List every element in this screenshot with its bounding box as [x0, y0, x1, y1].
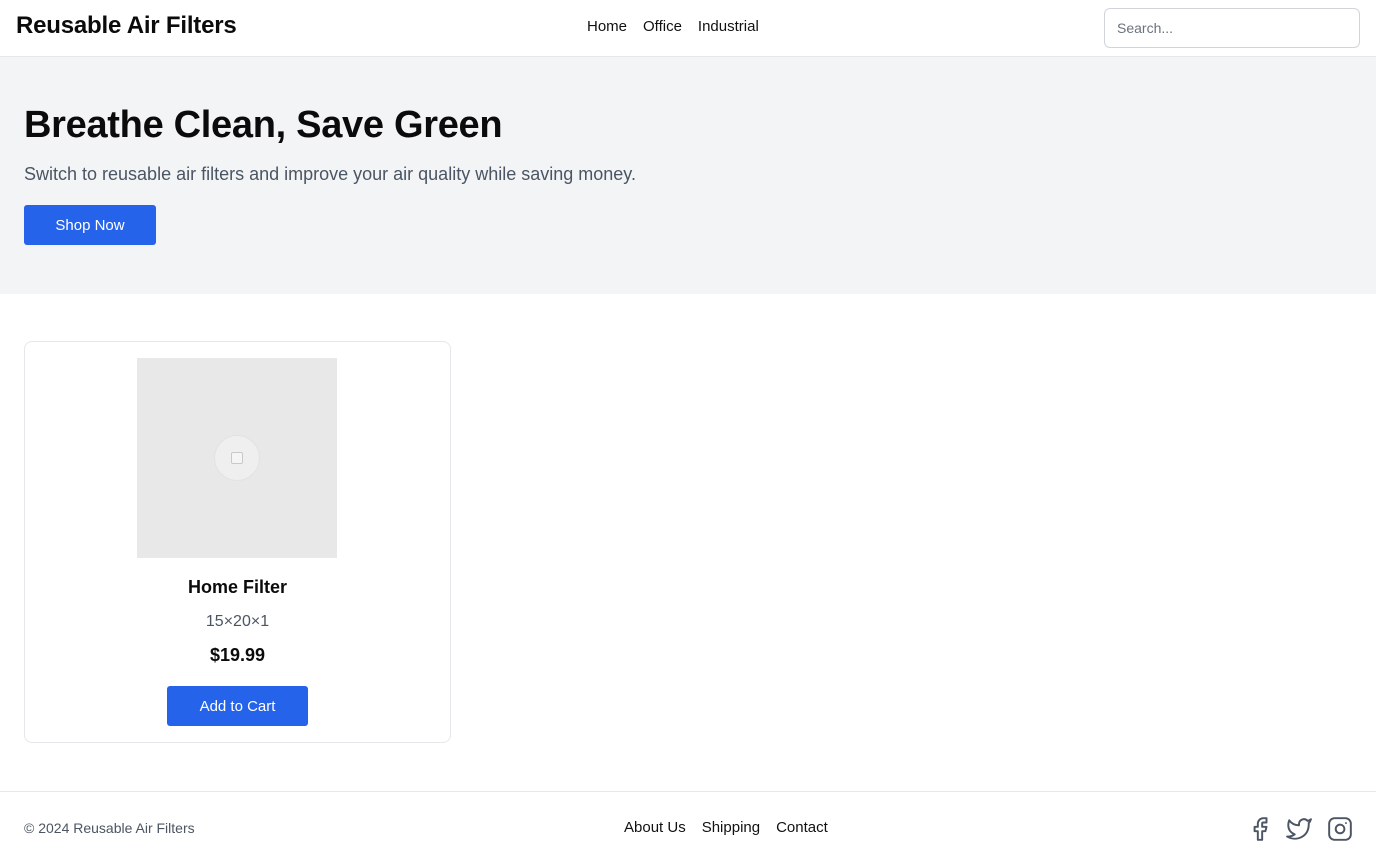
add-to-cart-button[interactable]: Add to Cart: [167, 686, 308, 726]
footer-link-shipping[interactable]: Shipping: [702, 819, 760, 836]
shop-now-button[interactable]: Shop Now: [24, 205, 156, 245]
search-input[interactable]: [1104, 8, 1360, 48]
hero-subtitle: Switch to reusable air filters and impro…: [24, 164, 636, 184]
main-nav: Home Office Industrial: [587, 18, 759, 35]
footer-nav: About Us Shipping Contact: [624, 819, 828, 836]
instagram-icon[interactable]: [1327, 816, 1353, 842]
product-price: $19.99: [209, 645, 266, 665]
site-header: Reusable Air Filters Home Office Industr…: [0, 0, 1376, 57]
footer-link-contact[interactable]: Contact: [776, 819, 828, 836]
site-footer: © 2024 Reusable Air Filters About Us Shi…: [0, 791, 1376, 864]
copyright-text: © 2024 Reusable Air Filters: [24, 820, 195, 836]
image-placeholder-icon: [214, 435, 260, 481]
product-size: 15×20×1: [205, 613, 270, 630]
nav-link-home[interactable]: Home: [587, 18, 627, 35]
site-logo[interactable]: Reusable Air Filters: [16, 12, 237, 40]
nav-link-office[interactable]: Office: [643, 18, 682, 35]
nav-link-industrial[interactable]: Industrial: [698, 18, 759, 35]
product-image[interactable]: [137, 358, 337, 558]
twitter-icon[interactable]: [1286, 816, 1312, 842]
footer-link-about-us[interactable]: About Us: [624, 819, 686, 836]
hero-banner: Breathe Clean, Save Green Switch to reus…: [0, 57, 1376, 294]
hero-title: Breathe Clean, Save Green: [24, 104, 503, 146]
product-name[interactable]: Home Filter: [25, 577, 450, 598]
product-card: Home Filter 15×20×1 $19.99 Add to Cart: [24, 341, 451, 743]
facebook-icon[interactable]: [1247, 816, 1273, 842]
